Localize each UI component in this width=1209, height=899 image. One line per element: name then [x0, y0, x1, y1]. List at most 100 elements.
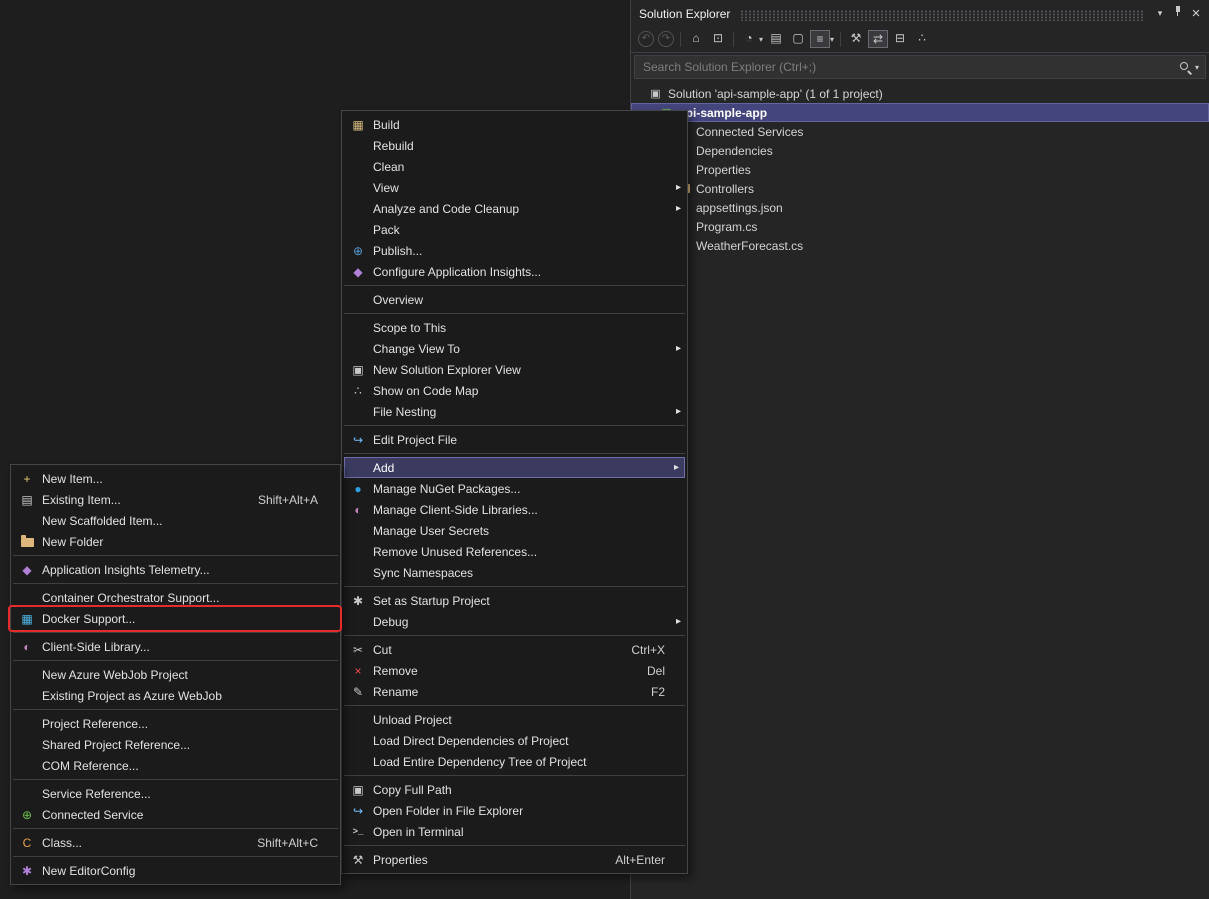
menu-item-label: Manage NuGet Packages... [373, 482, 665, 496]
tree-item-appsettings-json[interactable]: {}appsettings.json [631, 198, 1209, 217]
menu-item-debug[interactable]: Debug▸ [342, 611, 687, 632]
properties-pages-icon[interactable]: ▤ [766, 30, 786, 48]
toolbar-separator [680, 32, 681, 47]
menu-item-cut[interactable]: ✂CutCtrl+X [342, 639, 687, 660]
menu-item-show-on-code-map[interactable]: ∴Show on Code Map [342, 380, 687, 401]
menu-separator [344, 453, 685, 454]
menu-item-shortcut: Ctrl+X [631, 643, 665, 657]
menu-item-new-editorconfig[interactable]: ✱New EditorConfig [11, 860, 340, 881]
menu-item-publish[interactable]: ⊕Publish... [342, 240, 687, 261]
menu-item-application-insights-telemetry[interactable]: ◆Application Insights Telemetry... [11, 559, 340, 580]
existing-item-icon: ▤ [16, 493, 38, 507]
open-active-document-icon[interactable]: ⊡ [708, 30, 728, 48]
menu-item-edit-project-file[interactable]: ↪Edit Project File [342, 429, 687, 450]
menu-item-rebuild[interactable]: Rebuild [342, 135, 687, 156]
menu-item-label: Load Direct Dependencies of Project [373, 734, 665, 748]
wrench-icon[interactable]: ⚒ [846, 30, 866, 48]
menu-item-existing-item[interactable]: ▤Existing Item...Shift+Alt+A [11, 489, 340, 510]
dropdown-caret-icon[interactable]: ▾ [759, 35, 763, 44]
menu-item-set-as-startup-project[interactable]: ✱Set as Startup Project [342, 590, 687, 611]
menu-item-change-view-to[interactable]: Change View To▸ [342, 338, 687, 359]
menu-item-new-item[interactable]: +New Item... [11, 468, 340, 489]
menu-item-client-side-library[interactable]: ◐Client-Side Library... [11, 636, 340, 657]
preview-selected-items-icon[interactable]: ▢ [788, 30, 808, 48]
solution-explorer-panel: Solution Explorer ▾ × ↶↷⌂⊡◔▾▤▢≡▾⚒⇄⊟∴ ▾ ▣… [630, 0, 1209, 899]
tree-item-properties[interactable]: ⚒Properties [631, 160, 1209, 179]
show-all-files-icon[interactable]: ≡ [810, 30, 830, 48]
menu-item-open-folder-in-file-explorer[interactable]: ↪Open Folder in File Explorer [342, 800, 687, 821]
menu-item-unload-project[interactable]: Unload Project [342, 709, 687, 730]
menu-item-configure-application-insights[interactable]: ◆Configure Application Insights... [342, 261, 687, 282]
menu-item-overview[interactable]: Overview [342, 289, 687, 310]
search-input[interactable] [641, 59, 1179, 75]
menu-item-new-scaffolded-item[interactable]: New Scaffolded Item... [11, 510, 340, 531]
sync-with-active-document-icon[interactable]: ⇄ [868, 30, 888, 48]
code-map-graph-icon[interactable]: ∴ [912, 30, 932, 48]
window-position-icon[interactable]: ▾ [1151, 5, 1169, 23]
solution-tree: ▣Solution 'api-sample-app' (1 of 1 proje… [631, 81, 1209, 255]
tree-item-dependencies[interactable]: ⊞Dependencies [631, 141, 1209, 160]
menu-item-container-orchestrator-support[interactable]: Container Orchestrator Support... [11, 587, 340, 608]
menu-item-load-direct-dependencies-of-project[interactable]: Load Direct Dependencies of Project [342, 730, 687, 751]
menu-item-class[interactable]: CClass...Shift+Alt+C [11, 832, 340, 853]
nav-forward-icon[interactable]: ↷ [658, 31, 674, 47]
menu-item-analyze-and-code-cleanup[interactable]: Analyze and Code Cleanup▸ [342, 198, 687, 219]
menu-item-new-solution-explorer-view[interactable]: ▣New Solution Explorer View [342, 359, 687, 380]
search-dropdown-icon[interactable]: ▾ [1195, 63, 1199, 72]
menu-item-shortcut: Del [647, 664, 665, 678]
menu-separator [13, 709, 338, 710]
menu-item-add[interactable]: Add▸ [344, 457, 685, 478]
menu-item-connected-service[interactable]: ⊕Connected Service [11, 804, 340, 825]
menu-item-sync-namespaces[interactable]: Sync Namespaces [342, 562, 687, 583]
add-submenu: +New Item...▤Existing Item...Shift+Alt+A… [10, 464, 341, 885]
menu-item-new-azure-webjob-project[interactable]: New Azure WebJob Project [11, 664, 340, 685]
menu-item-file-nesting[interactable]: File Nesting▸ [342, 401, 687, 422]
rename-icon: ✎ [347, 685, 369, 699]
open-folder-icon: ↪ [347, 804, 369, 818]
menu-item-copy-full-path[interactable]: ▣Copy Full Path [342, 779, 687, 800]
publish-icon: ⊕ [347, 244, 369, 258]
open-terminal-icon: >_ [347, 827, 369, 837]
menu-item-project-reference[interactable]: Project Reference... [11, 713, 340, 734]
close-icon[interactable]: × [1187, 5, 1205, 23]
menu-item-manage-user-secrets[interactable]: Manage User Secrets [342, 520, 687, 541]
collapse-all-icon[interactable]: ⊟ [890, 30, 910, 48]
tree-item-connected-services[interactable]: ◎Connected Services [631, 122, 1209, 141]
menu-item-shared-project-reference[interactable]: Shared Project Reference... [11, 734, 340, 755]
menu-item-pack[interactable]: Pack [342, 219, 687, 240]
menu-item-com-reference[interactable]: COM Reference... [11, 755, 340, 776]
menu-separator [344, 705, 685, 706]
menu-item-rename[interactable]: ✎RenameF2 [342, 681, 687, 702]
tree-item-controllers[interactable]: Controllers [631, 179, 1209, 198]
dropdown-caret-icon[interactable]: ▾ [830, 35, 834, 44]
menu-item-manage-client-side-libraries[interactable]: ◐Manage Client-Side Libraries... [342, 499, 687, 520]
menu-item-new-folder[interactable]: New Folder [11, 531, 340, 552]
pin-icon[interactable] [1169, 5, 1187, 23]
menu-item-label: Client-Side Library... [42, 640, 318, 654]
menu-item-manage-nuget-packages[interactable]: ●Manage NuGet Packages... [342, 478, 687, 499]
menu-item-existing-project-as-azure-webjob[interactable]: Existing Project as Azure WebJob [11, 685, 340, 706]
tree-item-api-sample-app[interactable]: ◢▦api-sample-app [631, 103, 1209, 122]
tree-item-solution-api-sample-app-1-of-1-project[interactable]: ▣Solution 'api-sample-app' (1 of 1 proje… [631, 84, 1209, 103]
search-box[interactable]: ▾ [634, 55, 1206, 79]
menu-item-clean[interactable]: Clean [342, 156, 687, 177]
search-icon[interactable] [1179, 61, 1192, 74]
menu-item-open-in-terminal[interactable]: >_Open in Terminal [342, 821, 687, 842]
nav-back-icon[interactable]: ↶ [638, 31, 654, 47]
menu-item-load-entire-dependency-tree-of-project[interactable]: Load Entire Dependency Tree of Project [342, 751, 687, 772]
menu-item-label: Rebuild [373, 139, 665, 153]
menu-item-remove-unused-references[interactable]: Remove Unused References... [342, 541, 687, 562]
pending-changes-filter-icon[interactable]: ◔ [739, 30, 759, 48]
menu-item-properties[interactable]: ⚒PropertiesAlt+Enter [342, 849, 687, 870]
menu-item-view[interactable]: View▸ [342, 177, 687, 198]
menu-item-build[interactable]: ▦Build [342, 114, 687, 135]
menu-item-remove[interactable]: ×RemoveDel [342, 660, 687, 681]
tree-item-program-cs[interactable]: #Program.cs [631, 217, 1209, 236]
home-icon[interactable]: ⌂ [686, 30, 706, 48]
solution-explorer-titlebar[interactable]: Solution Explorer ▾ × [631, 0, 1209, 26]
menu-item-label: New Scaffolded Item... [42, 514, 318, 528]
menu-item-service-reference[interactable]: Service Reference... [11, 783, 340, 804]
menu-item-docker-support[interactable]: ▦Docker Support... [11, 608, 340, 629]
menu-item-scope-to-this[interactable]: Scope to This [342, 317, 687, 338]
tree-item-weatherforecast-cs[interactable]: #WeatherForecast.cs [631, 236, 1209, 255]
